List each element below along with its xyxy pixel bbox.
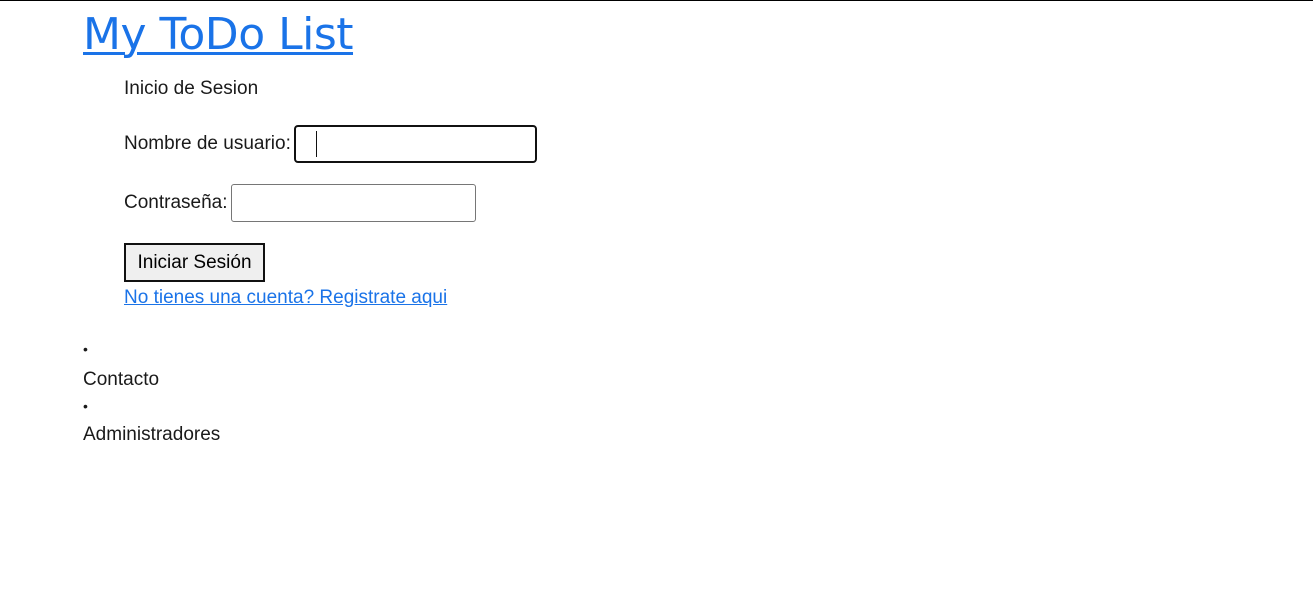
username-label: Nombre de usuario: bbox=[124, 133, 291, 154]
password-row: Contraseña: bbox=[124, 184, 476, 222]
username-row: Nombre de usuario: bbox=[124, 125, 537, 163]
footer-item-admins: Administradores bbox=[83, 424, 221, 445]
footer-item-contact: Contacto bbox=[83, 369, 160, 390]
register-link[interactable]: No tienes una cuenta? Registrate aqui bbox=[124, 287, 447, 309]
login-button[interactable]: Iniciar Sesión bbox=[124, 243, 265, 282]
password-label: Contraseña: bbox=[124, 192, 228, 213]
bullet-icon: • bbox=[83, 341, 88, 357]
footer-list-item: • Contacto bbox=[83, 339, 220, 391]
login-heading: Inicio de Sesion bbox=[124, 78, 259, 99]
footer-list: • Contacto • Administradores bbox=[83, 339, 220, 446]
text-caret bbox=[316, 131, 317, 157]
bullet-icon: • bbox=[83, 398, 88, 414]
page-title-link[interactable]: My ToDo List bbox=[83, 5, 354, 65]
username-input[interactable] bbox=[293, 125, 537, 163]
password-input[interactable] bbox=[230, 184, 476, 222]
footer-list-item: • Administradores bbox=[83, 396, 220, 446]
